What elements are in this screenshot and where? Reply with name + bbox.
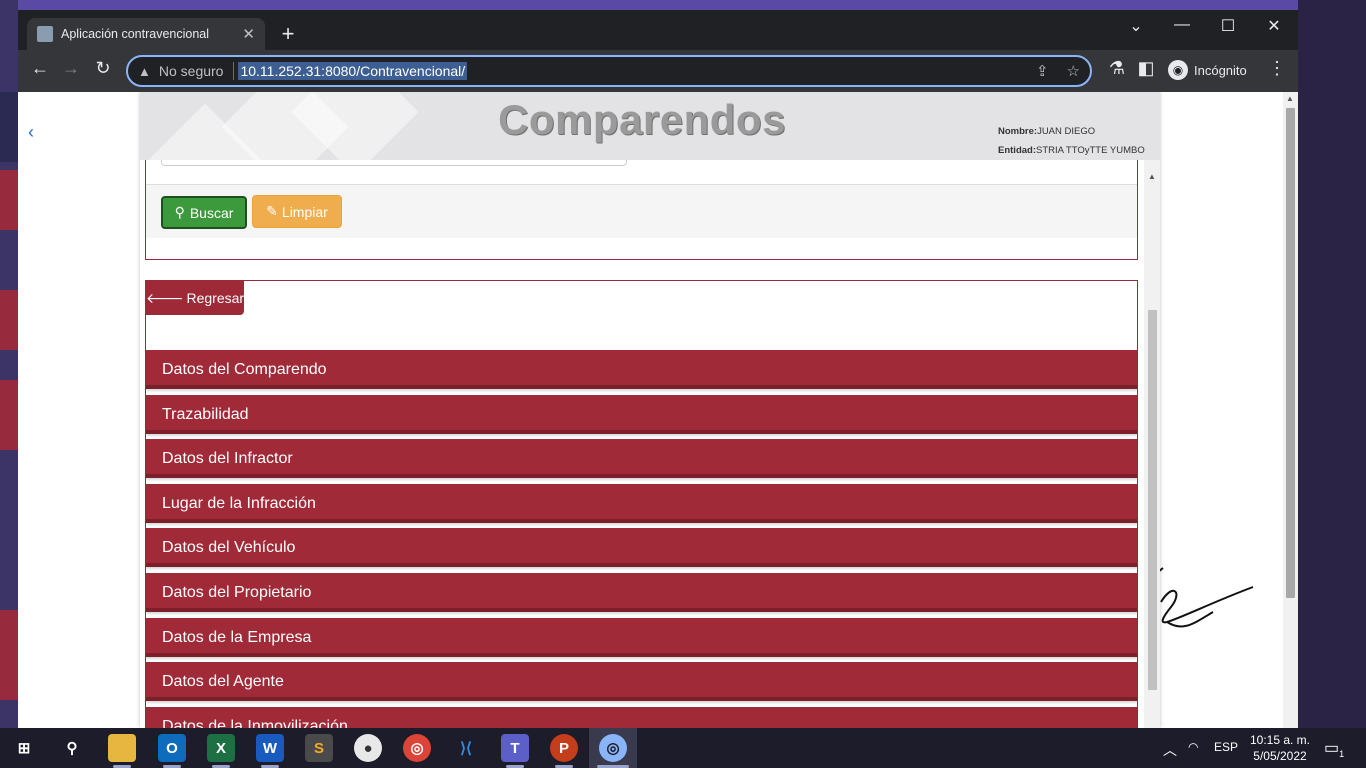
filter-actions: ⚲ Buscar ✎ Limpiar xyxy=(146,184,1137,238)
filter-input-field[interactable] xyxy=(161,160,627,166)
bookmark-star-icon[interactable]: ☆ xyxy=(1067,62,1080,80)
tab-strip: Aplicación contravencional ✕ + ⌄ — ☐ ✕ xyxy=(18,10,1298,50)
desktop-background-right xyxy=(1298,0,1366,728)
section-trazabilidad[interactable]: Trazabilidad xyxy=(146,395,1137,434)
notification-center-icon[interactable]: ▭1 xyxy=(1324,738,1344,759)
nombre-value: JUAN DIEGO xyxy=(1037,126,1096,137)
chevron-left-icon[interactable]: ‹ xyxy=(28,122,34,143)
site-favicon-icon xyxy=(37,26,53,42)
scroll-up-arrow-icon[interactable]: ▲ xyxy=(1148,172,1156,181)
close-window-button[interactable]: ✕ xyxy=(1260,16,1288,36)
browser-menu-icon[interactable]: ⋮ xyxy=(1264,58,1290,79)
labs-flask-icon[interactable]: ⚗ xyxy=(1104,58,1130,79)
tab-search-icon[interactable]: ⌄ xyxy=(1122,16,1150,36)
section-datos-comparendo[interactable]: Datos del Comparendo xyxy=(146,350,1137,389)
minimize-button[interactable]: — xyxy=(1168,16,1196,34)
scrollbar-thumb[interactable] xyxy=(1286,108,1295,598)
browser-toolbar: ← → ↻ ▲ No seguro 10.11.252.31:8080/Cont… xyxy=(18,50,1298,92)
limpiar-button[interactable]: ✎ Limpiar xyxy=(252,195,342,228)
filter-panel: ⚲ Buscar ✎ Limpiar xyxy=(145,160,1138,260)
signature-image xyxy=(1157,567,1254,628)
regresar-label: Regresar xyxy=(186,290,245,306)
maximize-button[interactable]: ☐ xyxy=(1214,16,1242,36)
section-datos-empresa[interactable]: Datos de la Empresa xyxy=(146,618,1137,657)
entidad-label: Entidad: xyxy=(998,145,1036,156)
user-name-info: Nombre:JUAN DIEGO xyxy=(998,126,1095,137)
language-indicator[interactable]: ESP xyxy=(1214,740,1238,754)
regresar-button[interactable]: 🡐 Regresar xyxy=(146,281,244,315)
section-datos-agente[interactable]: Datos del Agente xyxy=(146,662,1137,701)
detail-panel: 🡐 Regresar Datos del Comparendo Trazabil… xyxy=(145,280,1138,728)
app-container: Comparendos Nombre:JUAN DIEGO Entidad:ST… xyxy=(140,92,1160,728)
excel-icon[interactable]: X xyxy=(207,734,235,762)
file-explorer-icon[interactable] xyxy=(108,734,136,762)
powerpoint-icon[interactable]: P xyxy=(550,734,578,762)
windows-start-icon[interactable]: ⊞ xyxy=(10,734,38,762)
teams-icon[interactable]: T xyxy=(501,734,529,762)
warning-icon: ▲ xyxy=(138,63,151,79)
clock-time: 10:15 a. m. xyxy=(1249,733,1311,747)
incognito-indicator[interactable]: ◉ Incógnito xyxy=(1168,60,1247,80)
search-icon[interactable]: ⚲ xyxy=(58,734,86,762)
notification-count: 1 xyxy=(1339,749,1345,760)
back-icon[interactable]: ← xyxy=(27,58,53,79)
tab-title: Aplicación contravencional xyxy=(61,27,210,41)
app-header: Comparendos Nombre:JUAN DIEGO Entidad:ST… xyxy=(140,92,1160,160)
chrome-incognito-icon[interactable]: ◎ xyxy=(599,734,627,762)
section-datos-propietario[interactable]: Datos del Propietario xyxy=(146,573,1137,612)
app-icon[interactable]: ● xyxy=(354,734,382,762)
limpiar-label: Limpiar xyxy=(281,203,328,220)
entidad-value: STRIA TTOyTTE YUMBO xyxy=(1036,145,1145,156)
arrow-left-icon: 🡐 xyxy=(145,289,184,306)
word-icon[interactable]: W xyxy=(256,734,284,762)
close-tab-icon[interactable]: ✕ xyxy=(242,25,255,43)
desktop-background-top xyxy=(0,0,1366,10)
user-entity-info: Entidad:STRIA TTOyTTE YUMBO xyxy=(998,145,1145,156)
share-icon[interactable]: ⇪ xyxy=(1036,62,1049,80)
incognito-label: Incógnito xyxy=(1194,62,1247,78)
page-scrollbar[interactable]: ▲ xyxy=(1283,92,1298,728)
browser-window: Aplicación contravencional ✕ + ⌄ — ☐ ✕ ←… xyxy=(18,10,1298,728)
address-bar[interactable]: ▲ No seguro 10.11.252.31:8080/Contravenc… xyxy=(126,55,1092,87)
sublime-text-icon[interactable]: S xyxy=(305,734,333,762)
incognito-icon: ◉ xyxy=(1168,60,1188,80)
browser-tab[interactable]: Aplicación contravencional ✕ xyxy=(27,18,265,50)
url-text[interactable]: 10.11.252.31:8080/Contravencional/ xyxy=(238,62,468,80)
reload-icon[interactable]: ↻ xyxy=(90,58,116,79)
side-panel-icon[interactable]: ◧ xyxy=(1133,58,1159,79)
page-viewport: ‹ Comparendos Nombre:JUAN DIEGO Entidad:… xyxy=(18,92,1298,728)
buscar-button[interactable]: ⚲ Buscar xyxy=(161,196,247,229)
section-datos-inmovilizacion[interactable]: Datos de la Inmovilización xyxy=(146,707,1137,728)
nombre-label: Nombre: xyxy=(998,126,1038,137)
scroll-up-arrow-icon[interactable]: ▲ xyxy=(1286,94,1294,103)
content-area: ⚲ Buscar ✎ Limpiar 🡐 Regresar Datos del … xyxy=(140,160,1144,728)
chrome-icon[interactable]: ◎ xyxy=(403,734,431,762)
forward-icon[interactable]: → xyxy=(58,58,84,79)
section-datos-vehiculo[interactable]: Datos del Vehículo xyxy=(146,528,1137,567)
clock-date: 5/05/2022 xyxy=(1253,749,1307,763)
taskbar: ⊞ ⚲ O X W S ● ◎ ⟩⟨ T P ◎ ︿ ◠ ESP 10:15 a… xyxy=(0,728,1366,768)
content-scrollbar[interactable]: ▲ xyxy=(1144,160,1160,728)
buscar-label: Buscar xyxy=(189,204,234,221)
eraser-icon: ✎ xyxy=(266,203,278,219)
new-tab-button[interactable]: + xyxy=(276,22,300,46)
vscode-icon[interactable]: ⟩⟨ xyxy=(452,734,480,762)
search-icon: ⚲ xyxy=(174,204,185,220)
outlook-icon[interactable]: O xyxy=(158,734,186,762)
wifi-icon[interactable]: ◠ xyxy=(1188,740,1198,754)
scrollbar-thumb[interactable] xyxy=(1148,310,1157,690)
section-datos-infractor[interactable]: Datos del Infractor xyxy=(146,439,1137,478)
desktop-background-left xyxy=(0,0,18,728)
system-clock[interactable]: 10:15 a. m. 5/05/2022 xyxy=(1240,732,1320,764)
omnibox-separator xyxy=(233,62,235,80)
show-hidden-icons-chevron-icon[interactable]: ︿ xyxy=(1163,740,1177,760)
security-label: No seguro xyxy=(158,63,224,79)
section-lugar-infraccion[interactable]: Lugar de la Infracción xyxy=(146,484,1137,523)
page-title: Comparendos xyxy=(498,96,786,143)
